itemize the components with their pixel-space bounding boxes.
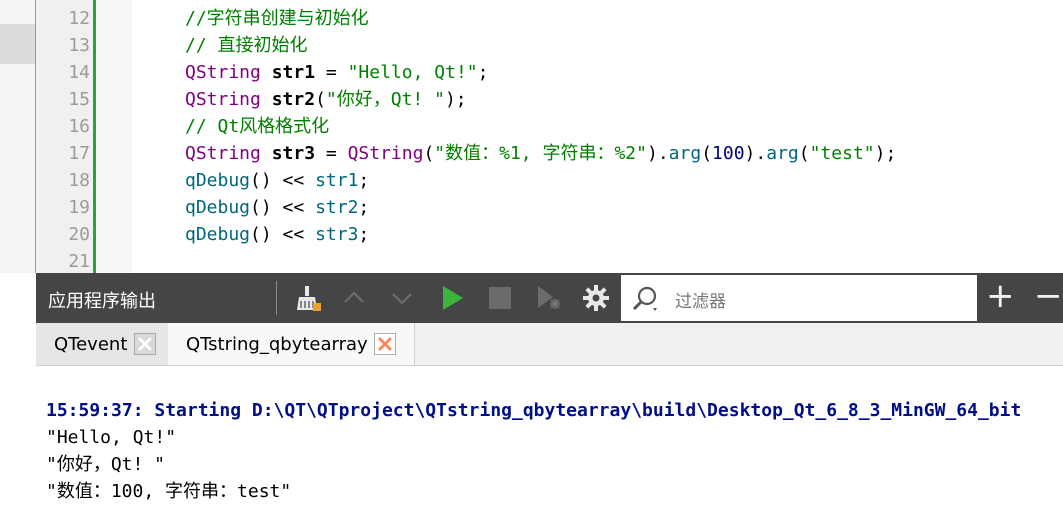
next-down-icon[interactable] <box>386 282 418 314</box>
code-token: ; <box>358 197 370 218</box>
code-token: ; <box>477 62 489 83</box>
code-token: qDebug <box>185 224 251 245</box>
search-icon <box>632 286 657 311</box>
line-number: 17 <box>68 143 90 164</box>
code-token: str2 <box>315 197 359 218</box>
filter-field[interactable]: 过滤器 <box>621 275 977 321</box>
code-token: ); <box>874 143 897 164</box>
line-number: 16 <box>68 116 90 137</box>
clean-output-icon[interactable] <box>292 282 324 314</box>
settings-gear-icon[interactable] <box>580 282 612 314</box>
code-line[interactable]: QString str3 = QString("数值：%1, 字符串：%2").… <box>185 140 896 167</box>
code-token: () << <box>250 170 316 191</box>
tab-label: QTstring_qbytearray <box>186 333 368 355</box>
debug-icon[interactable] <box>532 282 564 314</box>
tab-label: QTevent <box>54 333 128 355</box>
code-token: 100 <box>712 143 745 164</box>
run-icon[interactable] <box>436 282 468 314</box>
code-line[interactable]: qDebug() << str3; <box>185 221 369 248</box>
left-side-strip <box>0 0 36 273</box>
output-line: 15:59:37: Starting D:\QT\QTproject\QTstr… <box>46 400 1022 421</box>
code-line[interactable]: QString str1 = "Hello, Qt!"; <box>185 59 488 86</box>
code-token: "你好，Qt! " <box>325 89 445 110</box>
code-token: //字符串创建与初始化 <box>185 8 369 29</box>
code-token: QString <box>185 89 272 110</box>
code-line[interactable]: QString str2("你好，Qt! "); <box>185 86 467 113</box>
remove-output-button[interactable]: − <box>1034 279 1063 313</box>
code-token: QString <box>185 143 272 164</box>
line-number: 18 <box>68 170 90 191</box>
left-side-selection <box>0 24 36 64</box>
code-token: () << <box>250 197 316 218</box>
code-token: arg <box>668 143 702 164</box>
code-line[interactable]: qDebug() << str2; <box>185 194 369 221</box>
output-tab-bar: QTevent QTstring_qbytearray <box>36 323 1063 366</box>
code-line[interactable]: //字符串创建与初始化 <box>185 5 369 32</box>
fold-gutter[interactable] <box>96 0 132 273</box>
code-token: () << <box>250 224 316 245</box>
code-token: "Hello, Qt!" <box>347 62 478 83</box>
code-token: QString <box>347 143 424 164</box>
add-output-button[interactable]: + <box>986 279 1015 313</box>
code-token: "test" <box>809 143 875 164</box>
previous-up-icon[interactable] <box>338 282 370 314</box>
code-token: ( <box>701 143 713 164</box>
code-token: ( <box>315 89 326 110</box>
code-editor[interactable]: 12 13 14 15 16 17 18 19 20 21 //字符串创建与初始化 // 直接初始化… <box>36 0 1063 273</box>
output-line: "数值：100, 字符串：test" <box>46 481 292 502</box>
code-token: = <box>315 62 348 83</box>
tab-qtevent[interactable]: QTevent <box>36 323 169 365</box>
code-line[interactable]: qDebug() << str1; <box>185 167 369 194</box>
code-token: ; <box>358 224 370 245</box>
output-line: "你好，Qt! " <box>46 454 166 475</box>
code-token: arg <box>766 143 799 164</box>
close-tab-icon[interactable] <box>374 333 396 355</box>
code-token: ). <box>646 143 669 164</box>
line-number-gutter: 12 13 14 15 16 17 18 19 20 21 <box>36 0 96 273</box>
toolbar-separator <box>276 281 277 315</box>
filter-placeholder: 过滤器 <box>675 292 726 312</box>
line-number: 21 <box>68 251 90 272</box>
code-token: ); <box>444 89 467 110</box>
output-line: "Hello, Qt!" <box>46 427 177 448</box>
code-token: QString <box>185 62 272 83</box>
line-number: 20 <box>68 224 90 245</box>
output-pane-title: 应用程序输出 <box>48 291 156 312</box>
code-token: qDebug <box>185 170 251 191</box>
application-output-area[interactable]: 15:59:37: Starting D:\QT\QTproject\QTstr… <box>36 366 1063 503</box>
code-token: str3 <box>271 143 316 164</box>
line-number: 12 <box>68 8 90 29</box>
output-toolbar: 应用程序输出 过滤器 + − <box>36 273 1063 323</box>
line-number: 19 <box>68 197 90 218</box>
code-token: str2 <box>271 89 316 110</box>
code-token: str1 <box>271 62 316 83</box>
line-number: 13 <box>68 35 90 56</box>
code-token: ; <box>358 170 370 191</box>
code-line[interactable]: // Qt风格格式化 <box>185 113 329 140</box>
code-line[interactable]: // 直接初始化 <box>185 32 308 59</box>
line-number: 15 <box>68 89 90 110</box>
code-token: // 直接初始化 <box>185 35 308 56</box>
code-token: qDebug <box>185 197 251 218</box>
code-token: = <box>315 143 348 164</box>
code-token: ). <box>744 143 767 164</box>
code-token: ( <box>423 143 435 164</box>
code-token: ( <box>798 143 810 164</box>
code-token: str1 <box>315 170 359 191</box>
code-token: str3 <box>315 224 359 245</box>
tab-qtstring-qbytearray[interactable]: QTstring_qbytearray <box>168 323 415 365</box>
stop-icon[interactable] <box>484 282 516 314</box>
close-tab-icon[interactable] <box>134 333 156 355</box>
code-token: "数值：%1, 字符串：%2" <box>434 143 647 164</box>
line-number: 14 <box>68 62 90 83</box>
code-token: // Qt风格格式化 <box>185 116 330 137</box>
